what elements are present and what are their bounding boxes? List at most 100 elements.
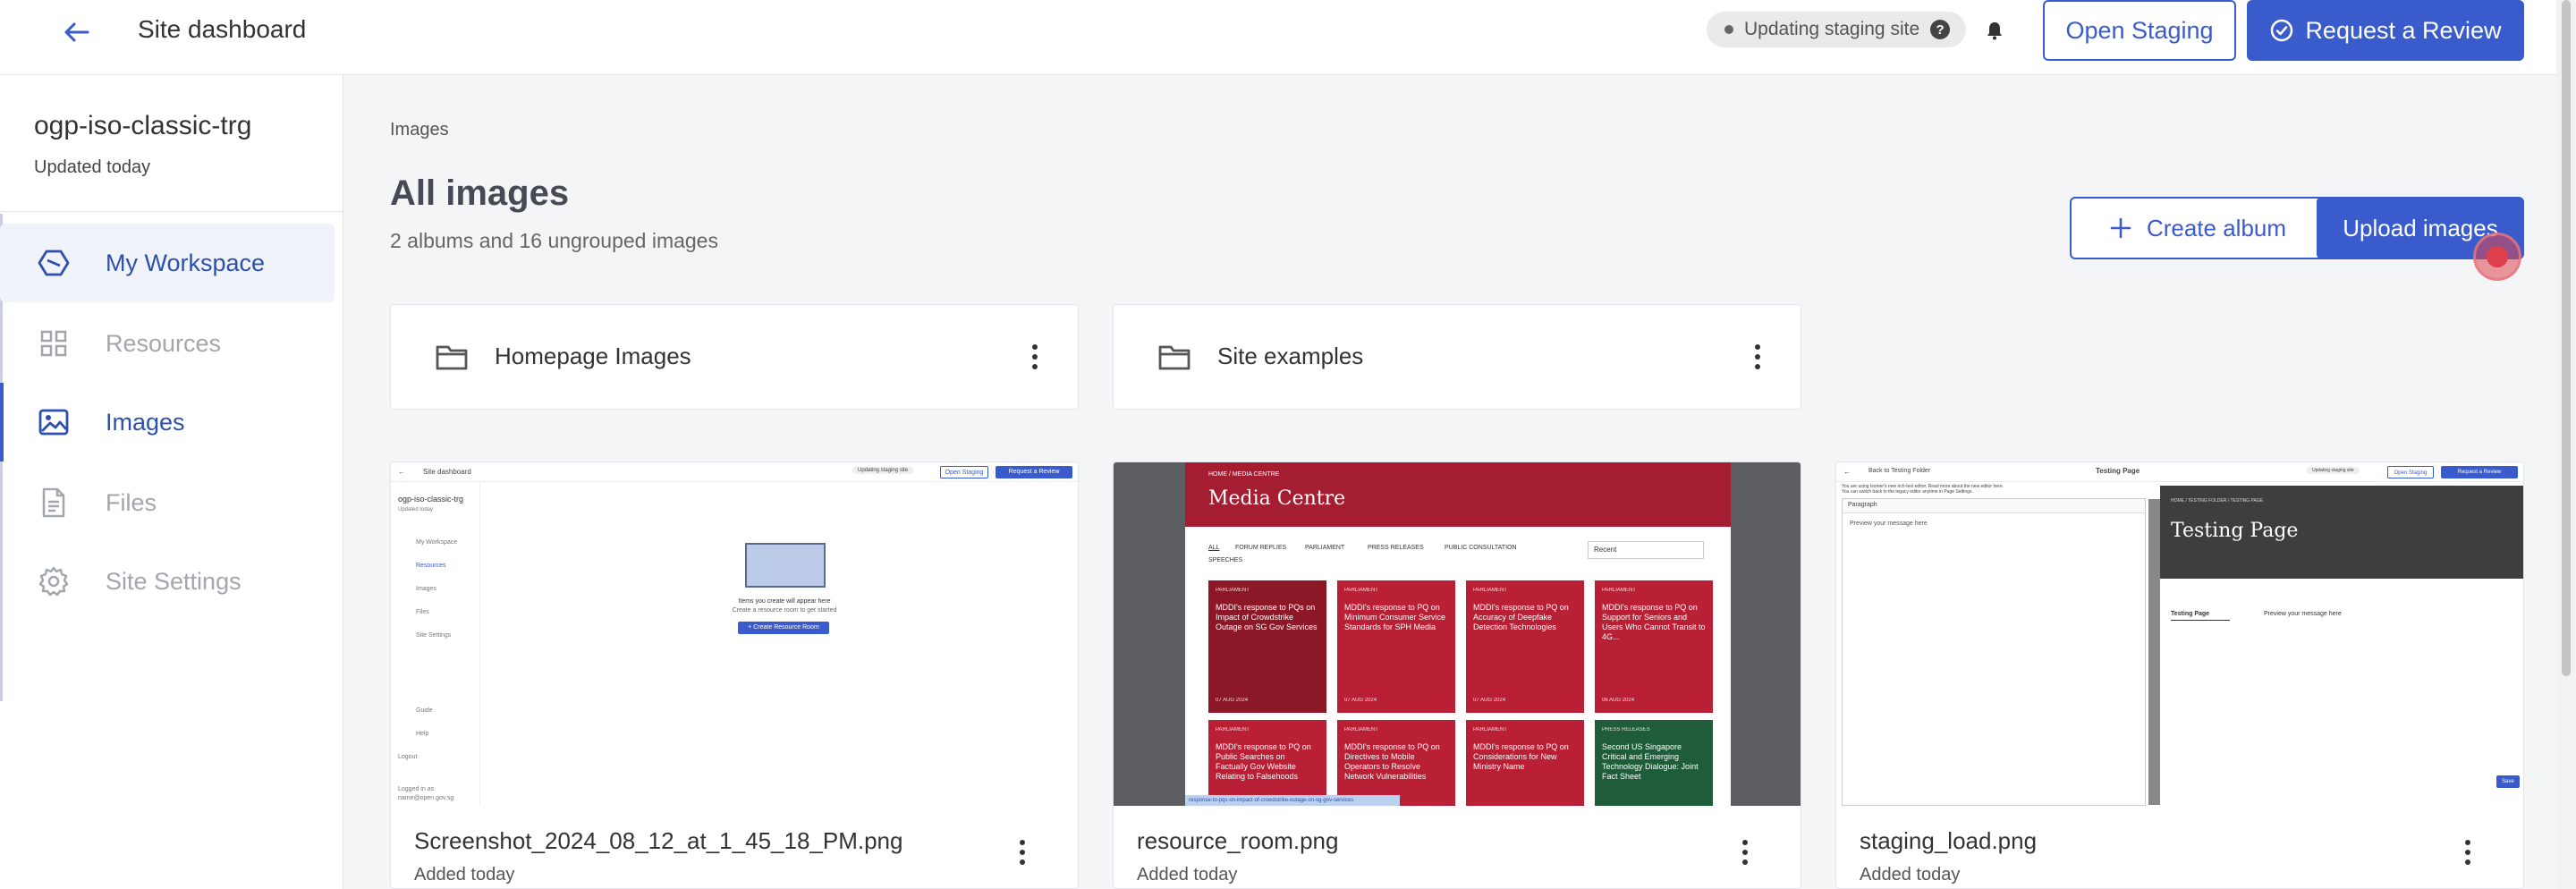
thumb-page: HOME / MEDIA CENTRE Media Centre ALL FOR… — [1185, 462, 1731, 806]
kebab-menu-icon[interactable] — [1015, 833, 1030, 872]
thumb-empty-sub: Create a resource room to get started — [732, 607, 837, 614]
kebab-menu-icon[interactable] — [1738, 833, 1752, 872]
image-card[interactable]: HOME / MEDIA CENTRE Media Centre ALL FOR… — [1113, 461, 1801, 889]
image-added-date: Added today — [1137, 865, 1238, 885]
grid-icon — [36, 326, 72, 361]
request-review-label: Request a Review — [2305, 16, 2502, 44]
breadcrumb[interactable]: Images — [390, 120, 449, 140]
thumb-nav-bottom: Logged in as — [398, 786, 435, 792]
thumb-heading: Media Centre — [1208, 487, 1346, 510]
top-bar: Site dashboard Updating staging site ? O… — [0, 0, 2576, 75]
request-review-button[interactable]: Request a Review — [2247, 0, 2524, 61]
image-thumbnail: ← Back to Testing Folder Testing Page Up… — [1836, 462, 2523, 806]
thumb-tile-text: MDDI's response to PQ on Directives to M… — [1344, 742, 1440, 781]
back-arrow-icon[interactable] — [59, 14, 95, 50]
upload-images-label: Upload images — [2343, 214, 2498, 241]
kebab-menu-icon[interactable] — [1028, 337, 1042, 377]
image-added-date: Added today — [414, 865, 515, 885]
thumb-request-review: Request a Review — [2441, 466, 2518, 478]
kebab-menu-icon[interactable] — [1750, 337, 1765, 377]
page-heading: All images — [390, 174, 570, 213]
sidebar-item-images[interactable]: Images — [0, 383, 335, 461]
image-card[interactable]: ← Site dashboard Updating staging site O… — [390, 461, 1079, 889]
thumb-tile-text: MDDI's response to PQ on Public Searches… — [1216, 742, 1311, 781]
thumb-tile-text: MDDI's response to PQs on Impact of Crow… — [1216, 603, 1318, 631]
thumb-tile-cat: PARLIAMENT — [1344, 588, 1378, 593]
thumb-nav-bottom: Help — [416, 731, 429, 737]
thumb-tile: PARLIAMENT MDDI's response to PQ on Mini… — [1337, 580, 1455, 713]
thumb-format-toolbar: Paragraph — [1843, 499, 2145, 513]
sidebar-item-site-settings[interactable]: Site Settings — [0, 542, 335, 621]
thumb-nav: Images — [416, 586, 436, 592]
thumb-filter: PRESS RELEASES — [1368, 545, 1424, 551]
album-name: Site examples — [1217, 343, 1364, 369]
sidebar-item-label: Files — [106, 488, 157, 516]
thumb-sort: Recent — [1588, 541, 1704, 559]
thumb-updated: Updated today — [398, 507, 434, 512]
thumb-editor-scrollbar — [2148, 499, 2161, 805]
thumb-crumb: HOME / MEDIA CENTRE — [1208, 471, 1280, 478]
image-card[interactable]: ← Back to Testing Folder Testing Page Up… — [1835, 461, 2524, 889]
folder-icon — [436, 345, 468, 370]
thumb-banner: HOME / MEDIA CENTRE Media Centre — [1185, 462, 1731, 527]
thumb-editor: Paragraph Preview your message here — [1842, 498, 2161, 806]
thumb-status: Updating staging site — [852, 467, 914, 474]
sidebar-item-label: My Workspace — [106, 249, 266, 276]
thumb-tile: PARLIAMENT MDDI's response to PQ on Cons… — [1466, 720, 1584, 806]
thumb-nav-bottom: Logout — [398, 754, 418, 760]
scrollbar-thumb[interactable] — [2562, 0, 2571, 676]
kebab-menu-icon[interactable] — [2461, 833, 2475, 872]
thumb-open-staging: Open Staging — [940, 466, 988, 478]
sidebar-divider — [0, 211, 343, 212]
album-card[interactable]: Site examples — [1113, 304, 1801, 410]
thumb-editor-placeholder: Preview your message here — [1850, 521, 1928, 527]
thumb-preview: HOME / TESTING FOLDER / TESTING PAGE Tes… — [2160, 486, 2523, 806]
bell-icon[interactable] — [1977, 13, 2012, 48]
page-title-bar: Site dashboard — [138, 15, 307, 43]
thumb-topbar: ← Site dashboard Updating staging site O… — [391, 462, 1078, 482]
site-updated: Updated today — [34, 157, 151, 177]
image-filename: staging_load.png — [1860, 827, 2038, 854]
thumb-open-staging: Open Staging — [2387, 466, 2434, 478]
sidebar-item-files[interactable]: Files — [0, 463, 335, 542]
thumb-filter: FORUM REPLIES — [1235, 545, 1287, 551]
thumb-tile-cat: PARLIAMENT — [1473, 588, 1507, 593]
open-staging-button[interactable]: Open Staging — [2043, 0, 2236, 61]
create-album-label: Create album — [2146, 214, 2287, 241]
check-circle-icon — [2271, 19, 2293, 42]
thumb-save: Save — [2496, 775, 2520, 788]
status-text: Updating staging site — [1744, 19, 1920, 39]
click-cursor-indicator — [2473, 233, 2521, 281]
thumb-tile-date: 07 AUG 2024 — [1473, 698, 1506, 703]
gear-icon — [36, 563, 72, 599]
thumb-tile: PRESS RELEASES Second US Singapore Criti… — [1595, 720, 1713, 806]
site-name: ogp-iso-classic-trg — [34, 111, 252, 140]
thumb-tile-cat: PRESS RELEASES — [1602, 727, 1650, 732]
empty-box-illustration — [745, 543, 826, 588]
thumb-nav-bottom: Guide — [416, 707, 433, 714]
workspace-icon — [36, 245, 72, 281]
thumb-back: Back to Testing Folder — [1868, 468, 1931, 474]
sidebar-item-label: Site Settings — [106, 567, 242, 595]
help-icon[interactable]: ? — [1930, 20, 1951, 39]
thumb-tile-date: 07 AUG 2024 — [1344, 698, 1377, 703]
album-name: Homepage Images — [495, 343, 691, 369]
create-album-button[interactable]: Create album — [2070, 197, 2326, 259]
folder-icon — [1158, 345, 1191, 370]
thumb-tile-cat: PARLIAMENT — [1344, 727, 1378, 732]
album-card[interactable]: Homepage Images — [390, 304, 1079, 410]
thumb-tile-date: 07 AUG 2024 — [1216, 698, 1249, 703]
thumb-toc: Testing Page — [2171, 611, 2230, 621]
thumb-tile-text: MDDI's response to PQ on Accuracy of Dee… — [1473, 603, 1569, 631]
image-thumbnail: ← Site dashboard Updating staging site O… — [391, 462, 1078, 806]
image-filename: Screenshot_2024_08_12_at_1_45_18_PM.png — [414, 827, 903, 854]
page-subtitle: 2 albums and 16 ungrouped images — [390, 229, 718, 252]
thumb-hero-title: Testing Page — [2171, 520, 2299, 542]
thumb-url-tooltip: response-to-pqs-on-impact-of-crowdstrike… — [1185, 795, 1400, 806]
page-scrollbar[interactable] — [2556, 0, 2576, 889]
sidebar-item-resources[interactable]: Resources — [0, 304, 335, 383]
thumb-tile-cat: PARLIAMENT — [1216, 588, 1250, 593]
sidebar-item-my-workspace[interactable]: My Workspace — [0, 224, 335, 302]
image-icon — [36, 404, 72, 440]
sidebar-item-label: Resources — [106, 329, 222, 357]
